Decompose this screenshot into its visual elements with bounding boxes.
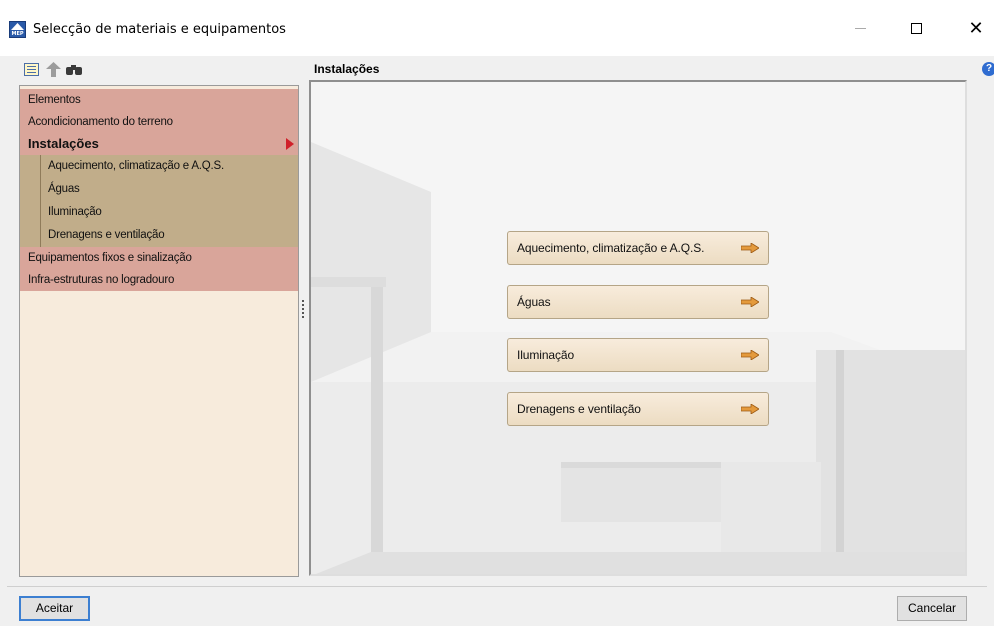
tree-subitem-iluminacao[interactable]: Iluminação <box>20 201 298 224</box>
tree-item-instalacoes[interactable]: Instalações <box>20 133 298 155</box>
button-label: Iluminação <box>517 348 575 362</box>
active-marker-icon <box>286 138 294 150</box>
footer-divider <box>7 586 987 587</box>
up-arrow-icon[interactable] <box>45 62 63 78</box>
minimize-button[interactable] <box>840 14 880 42</box>
iluminacao-button[interactable]: Iluminação <box>507 338 769 372</box>
right-arrow-icon <box>741 404 759 414</box>
tree-subitem-label: Drenagens e ventilação <box>48 229 165 241</box>
tree-subitem-label: Iluminação <box>48 206 102 218</box>
right-arrow-icon <box>741 243 759 253</box>
button-label: Aquecimento, climatização e A.Q.S. <box>517 241 705 255</box>
cancel-button[interactable]: Cancelar <box>897 596 967 621</box>
app-icon-text: MEP <box>11 31 24 37</box>
tree-item-label: Instalações <box>28 136 99 151</box>
close-icon: ✕ <box>968 17 984 39</box>
maximize-button[interactable] <box>896 14 936 42</box>
aguas-button[interactable]: Águas <box>507 285 769 319</box>
drenagens-button[interactable]: Drenagens e ventilação <box>507 392 769 426</box>
right-arrow-icon <box>741 350 759 360</box>
tree-subitem-aguas[interactable]: Águas <box>20 178 298 201</box>
window-title: Selecção de materiais e equipamentos <box>33 22 286 37</box>
tree-subitem-aquecimento[interactable]: Aquecimento, climatização e A.Q.S. <box>20 155 298 178</box>
help-icon[interactable]: ? <box>982 62 994 76</box>
right-arrow-icon <box>741 297 759 307</box>
room-background-image <box>311 82 965 574</box>
tree-subitem-label: Águas <box>48 183 80 195</box>
tree-subitem-drenagens[interactable]: Drenagens e ventilação <box>20 224 298 247</box>
category-tree: Elementos Acondicionamento do terreno In… <box>19 85 299 577</box>
binoculars-icon[interactable] <box>65 62 83 78</box>
panel-splitter[interactable] <box>302 300 304 320</box>
section-title: Instalações <box>314 62 380 76</box>
mep-app-icon: MEP <box>9 21 26 38</box>
tree-subitem-label: Aquecimento, climatização e A.Q.S. <box>48 160 225 172</box>
minimize-icon <box>854 27 866 29</box>
title-bar: MEP Selecção de materiais e equipamentos… <box>0 0 994 56</box>
tree-item-infra-estruturas[interactable]: Infra-estruturas no logradouro <box>20 269 298 291</box>
maximize-icon <box>910 22 922 34</box>
aquecimento-button[interactable]: Aquecimento, climatização e A.Q.S. <box>507 231 769 265</box>
tree-item-acondicionamento[interactable]: Acondicionamento do terreno <box>20 111 298 133</box>
list-view-icon[interactable] <box>23 62 41 78</box>
accept-button[interactable]: Aceitar <box>19 596 90 621</box>
button-label: Drenagens e ventilação <box>517 402 641 416</box>
content-panel <box>309 80 967 576</box>
tree-item-elementos[interactable]: Elementos <box>20 89 298 111</box>
close-button[interactable]: ✕ <box>956 14 994 42</box>
tree-item-equipamentos[interactable]: Equipamentos fixos e sinalização <box>20 247 298 269</box>
button-label: Águas <box>517 295 551 309</box>
